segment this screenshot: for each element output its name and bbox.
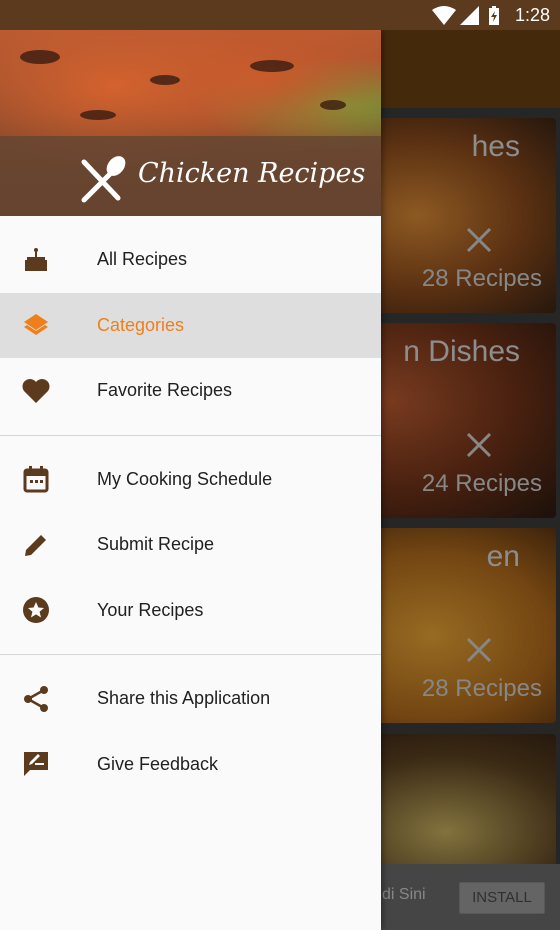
heart-icon (22, 377, 50, 405)
menu-label: Give Feedback (97, 753, 219, 774)
menu-divider (0, 654, 381, 655)
menu-item-share[interactable]: Share this Application (0, 666, 381, 732)
menu-label: Categories (97, 314, 185, 335)
calendar-icon (22, 465, 50, 493)
menu-label: Favorite Recipes (97, 380, 233, 401)
menu-label: Your Recipes (97, 599, 204, 620)
menu-item-cooking-schedule[interactable]: My Cooking Schedule (0, 447, 381, 513)
menu-item-your-recipes[interactable]: Your Recipes (0, 578, 381, 644)
menu-label: All Recipes (97, 249, 188, 270)
menu-item-categories[interactable]: Categories (0, 292, 381, 358)
status-time: 1:28 (514, 5, 550, 25)
menu-label: Submit Recipe (97, 534, 215, 555)
layers-icon (22, 311, 50, 339)
drawer-header: Chicken Recipes (0, 30, 381, 216)
status-bar: 1:28 (0, 0, 560, 30)
feedback-icon (22, 750, 50, 778)
pencil-icon (22, 531, 50, 559)
cake-icon (22, 246, 50, 274)
menu-label: Share this Application (97, 688, 271, 709)
menu-divider (0, 434, 381, 436)
share-icon (22, 685, 50, 713)
utensils-logo-icon (81, 156, 126, 203)
battery-icon (489, 6, 499, 25)
star-circle-icon (22, 596, 50, 624)
menu-label: My Cooking Schedule (97, 468, 273, 489)
menu-item-submit-recipe[interactable]: Submit Recipe (0, 512, 381, 578)
signal-icon (460, 6, 479, 25)
menu-item-favorite-recipes[interactable]: Favorite Recipes (0, 358, 381, 424)
menu-item-all-recipes[interactable]: All Recipes (0, 227, 381, 293)
menu-item-feedback[interactable]: Give Feedback (0, 732, 381, 798)
drawer-menu: All Recipes Categories Favorite Recipes … (0, 216, 381, 797)
navigation-drawer: Chicken Recipes All Recipes Categories F… (0, 30, 381, 930)
wifi-icon (432, 6, 456, 25)
app-brand: Chicken Recipes (138, 158, 366, 189)
